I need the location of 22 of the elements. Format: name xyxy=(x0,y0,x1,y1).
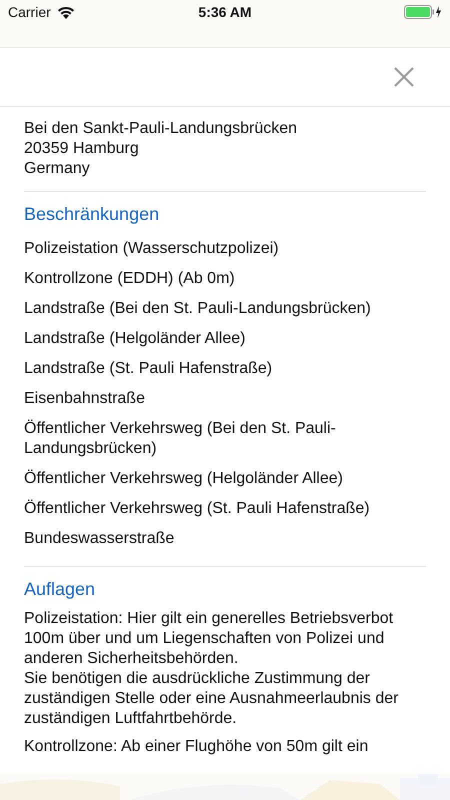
restriction-item: Landstraße (Helgoländer Allee) xyxy=(24,329,246,349)
restriction-item: Öffentlicher Verkehrsweg (St. Pauli Hafenstraße) xyxy=(24,498,371,519)
restriction-item: Kontrollzone (EDDH) (Ab 0m) xyxy=(24,269,236,289)
restriction-item: Polizeistation (Wasserschutzpolizei) xyxy=(24,239,280,259)
restriction-item: Landstraße (St. Pauli Hafenstraße) xyxy=(24,359,274,379)
carrier-name: Carrier xyxy=(8,4,51,20)
close-button[interactable] xyxy=(394,67,414,87)
restriction-item: Eisenbahnstraße xyxy=(24,389,146,409)
section-heading: Beschränkungen xyxy=(24,203,160,226)
restriction-item: Öffentlicher Verkehrsweg (Helgoländer Allee) xyxy=(24,468,344,489)
address-line: Bei den Sankt-Pauli-Landungsbrücken xyxy=(24,119,298,139)
condition-text: Kontrollzone: Ab einer Flughöhe von 50m gilt ein xyxy=(24,737,370,757)
section-heading: Auflagen xyxy=(24,578,96,601)
clock-time: 5:36 AM xyxy=(197,4,253,20)
wifi-icon xyxy=(56,6,75,18)
address-line: 20359 Hamburg xyxy=(24,139,140,159)
battery-icon xyxy=(404,5,442,19)
condition-text: Polizeistation: Hier gilt ein generelles Betriebsverbot 100m über und um Liegenschaften von Polizei und anderen Sicherheitsbehörden. Sie benötigen die ausdrückliche Zustimmung der zuständigen Stelle oder eine Ausnahmeerlaubnis der zuständigen Luftfahrtbehörde. xyxy=(24,609,400,729)
restriction-item: Landstraße (Bei den St. Pauli-Landungsbrücken) xyxy=(24,299,372,319)
restriction-item: Bundeswasserstraße xyxy=(24,529,176,549)
restriction-item: Öffentlicher Verkehrsweg (Bei den St. Pauli-Landungsbrücken) xyxy=(24,418,337,459)
address-line: Germany xyxy=(24,159,91,179)
